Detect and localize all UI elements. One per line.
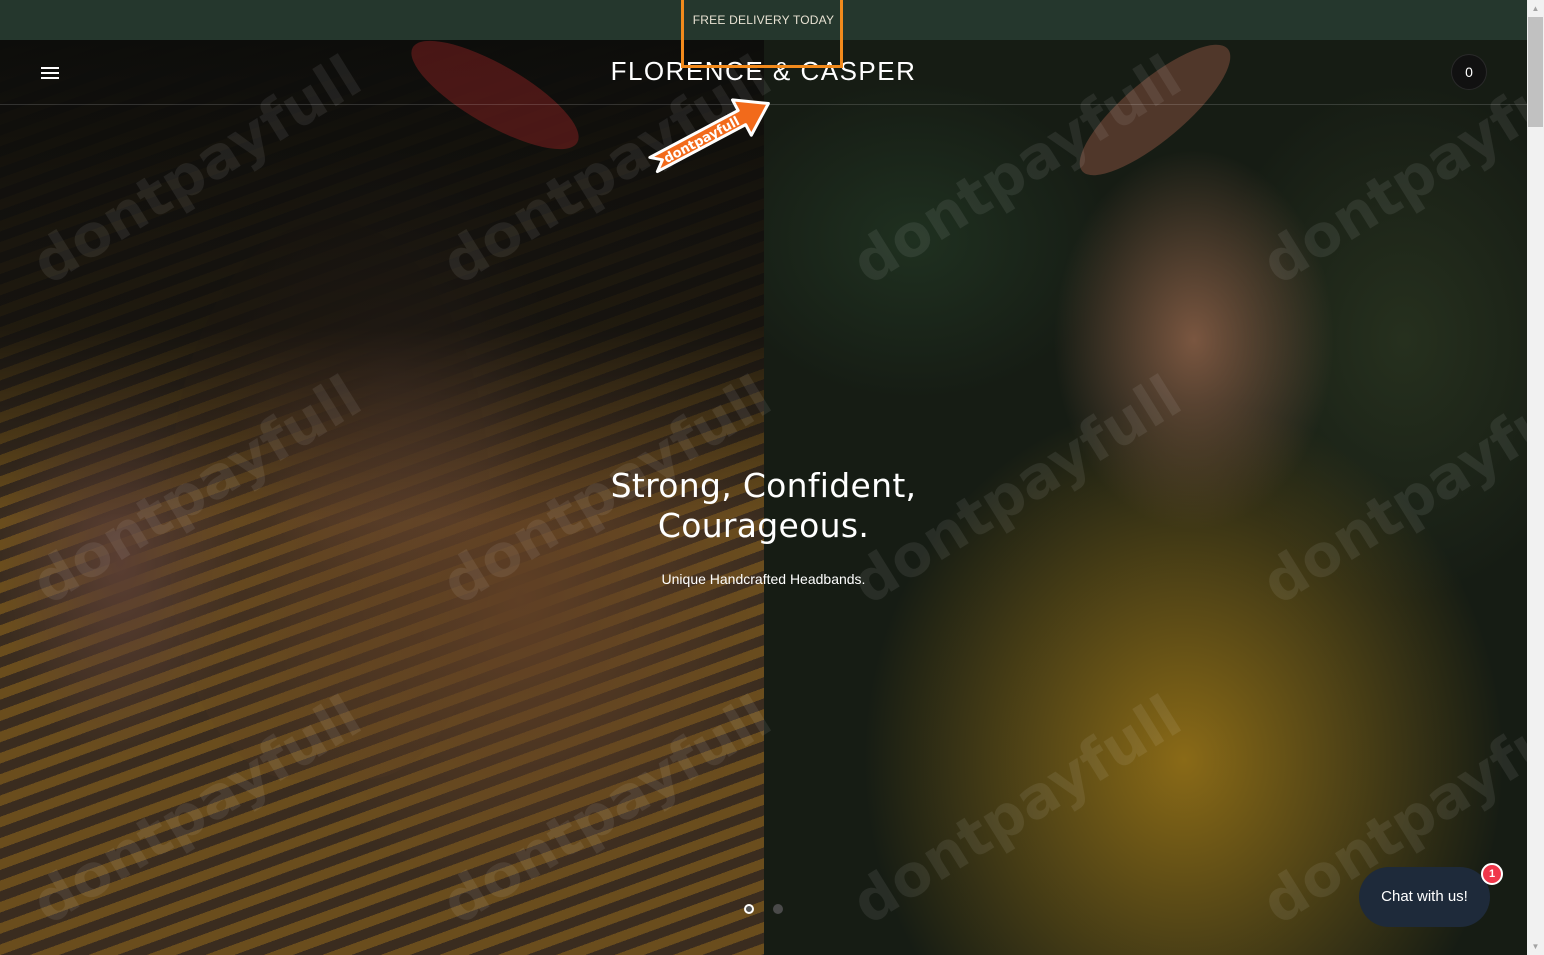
hero-subtitle: Unique Handcrafted Headbands.: [661, 571, 866, 587]
cart-button[interactable]: 0: [1451, 54, 1487, 90]
slider-dot-1[interactable]: [744, 904, 754, 914]
hero-title-line2: Courageous.: [657, 506, 870, 545]
hero-title-line1: Strong, Confident,: [610, 466, 917, 505]
scrollbar[interactable]: ▲ ▼: [1527, 0, 1544, 955]
slider-dot-2[interactable]: [773, 904, 783, 914]
sticker-label: dontpayfull: [662, 114, 743, 167]
hero-title: Strong, Confident, Courageous.: [0, 466, 1527, 546]
highlight-box: [681, 0, 843, 68]
page: FREE DELIVERY TODAY FLORENCE & CASPER 0 …: [0, 0, 1527, 955]
scroll-up-arrow-icon[interactable]: ▲: [1527, 0, 1544, 17]
dontpayfull-arrow-sticker: dontpayfull: [648, 98, 770, 174]
scroll-down-arrow-icon[interactable]: ▼: [1527, 938, 1544, 955]
scrollbar-thumb[interactable]: [1528, 17, 1543, 127]
chat-button[interactable]: Chat with us!: [1359, 867, 1490, 927]
chat-notification-badge: 1: [1481, 863, 1503, 885]
